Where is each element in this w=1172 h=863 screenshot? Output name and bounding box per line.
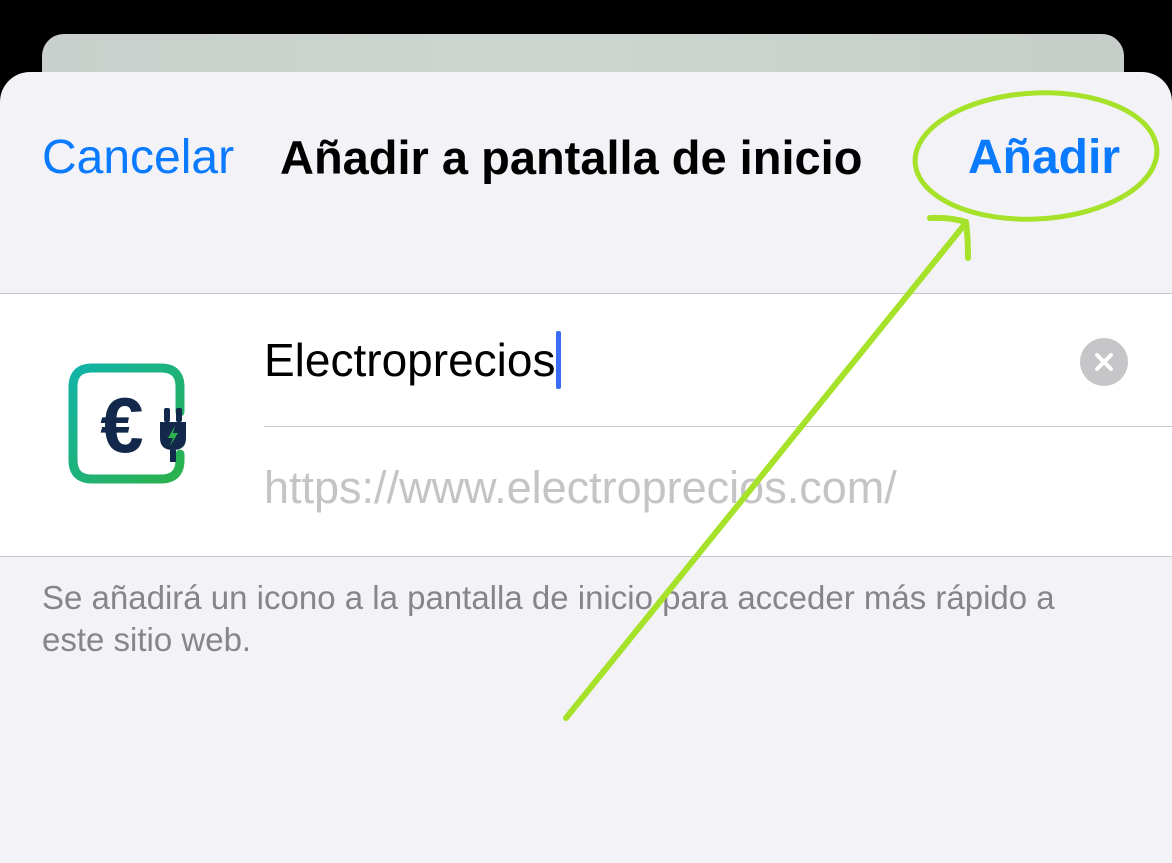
field-divider — [264, 426, 1172, 427]
clear-text-button[interactable] — [1080, 338, 1128, 386]
clear-x-icon — [1095, 353, 1113, 371]
footer-note: Se añadirá un icono a la pantalla de ini… — [42, 579, 1055, 658]
bookmark-name-input[interactable]: Electroprecios — [264, 324, 1064, 396]
bookmark-name-value: Electroprecios — [264, 334, 556, 386]
bookmark-form: € Electroprecios https://www.electroprec… — [0, 293, 1172, 557]
bookmark-url: https://www.electroprecios.com/ — [264, 462, 897, 513]
euro-plug-icon: € — [40, 342, 212, 514]
cancel-button[interactable]: Cancelar — [42, 130, 234, 186]
screen: Cancelar Añadir a pantalla de inicio Aña… — [0, 0, 1172, 863]
text-caret — [556, 331, 562, 389]
sheet-title: Añadir a pantalla de inicio — [280, 131, 863, 184]
app-icon-graphic: € — [68, 363, 186, 484]
add-to-home-sheet: Cancelar Añadir a pantalla de inicio Aña… — [0, 72, 1172, 863]
svg-text:€: € — [100, 381, 143, 469]
add-button[interactable]: Añadir — [968, 130, 1120, 186]
